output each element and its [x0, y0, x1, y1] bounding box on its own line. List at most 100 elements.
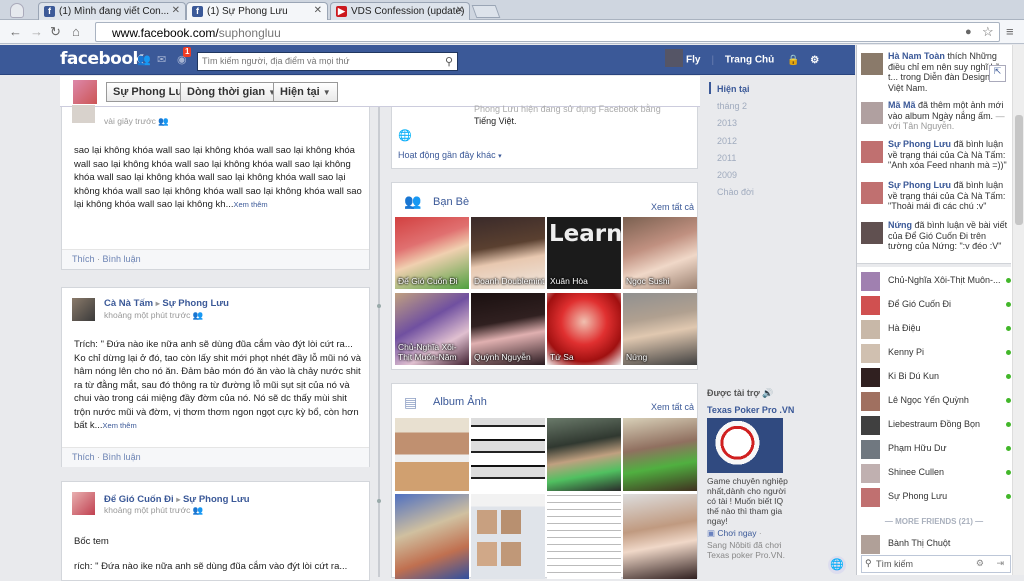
avatar[interactable]	[665, 49, 683, 67]
home-icon[interactable]: ⌂	[72, 24, 80, 40]
address-bar[interactable]: www.facebook.com/suphongluu	[95, 22, 1000, 42]
ticker-item[interactable]: Nứng đã bình luận về bài viết của Để Gió…	[861, 220, 1009, 260]
browser-tab[interactable]: f (1) Mình đang viết Con... ✕	[38, 2, 186, 20]
profile-link[interactable]: Fly	[686, 55, 700, 66]
album-photo[interactable]	[395, 494, 469, 579]
back-icon[interactable]: ←	[9, 24, 22, 40]
ad-image[interactable]	[707, 418, 783, 473]
friend-tile[interactable]: Ngọc Sushi	[623, 217, 697, 289]
post-target[interactable]: Sự Phong Lưu	[183, 494, 250, 505]
avatar[interactable]	[72, 298, 95, 321]
album-photo[interactable]	[547, 418, 621, 491]
like-link[interactable]: Thích	[72, 452, 95, 462]
chat-contact[interactable]: Bành Thị Chuột	[861, 534, 1011, 554]
album-title[interactable]: Album Ảnh	[433, 396, 487, 408]
friend-tile[interactable]: Doanh Doublemint	[471, 217, 545, 289]
see-all-albums-link[interactable]: Xem tất cả	[651, 402, 694, 412]
year-link[interactable]: 2011	[717, 153, 736, 163]
now-dropdown[interactable]: Hiện tại ▼	[273, 82, 338, 102]
close-icon[interactable]: ✕	[314, 5, 322, 16]
popout-icon[interactable]: ⇱	[989, 65, 1006, 82]
chat-contact[interactable]: Sự Phong Lưu	[861, 487, 1011, 507]
chat-contact[interactable]: Kenny Pi	[861, 343, 1011, 363]
friend-tile[interactable]: Chủ-Nghĩa Xôi-Thịt Muốn-Năm	[395, 293, 469, 365]
ticker-item[interactable]: Mã Mã đã thêm một ảnh mới vào album Ngày…	[861, 100, 1009, 144]
ad-title[interactable]: Texas Poker Pro .VN	[707, 405, 807, 416]
chat-contact[interactable]: Phạm Hữu Dư	[861, 439, 1011, 459]
ticker-item[interactable]: Sự Phong Lưu đã bình luận về trạng thái …	[861, 180, 1009, 220]
scrollbar[interactable]	[1012, 45, 1024, 575]
chat-contact[interactable]: Liebestraum Đồng Bọn	[861, 415, 1011, 435]
album-photo[interactable]	[623, 418, 697, 491]
menu-icon[interactable]: ≡	[1006, 24, 1014, 40]
post-time[interactable]: khoảng một phút trước 👥	[104, 310, 203, 321]
facebook-logo[interactable]: facebook	[60, 49, 144, 69]
timeline-dropdown[interactable]: Dòng thời gian▼	[180, 82, 284, 102]
gear-icon[interactable]: ⚙	[976, 558, 984, 569]
see-all-friends-link[interactable]: Xem tất cả	[651, 202, 694, 212]
year-link[interactable]: tháng 2	[717, 101, 747, 111]
face-thumb	[477, 510, 497, 534]
friend-tile[interactable]: Nứng	[623, 293, 697, 365]
ticker-item[interactable]: Sự Phong Lưu đã bình luận về trạng thái …	[861, 139, 1009, 179]
year-link[interactable]: 2009	[717, 170, 737, 180]
post-time[interactable]: khoảng một phút trước 👥	[104, 505, 203, 516]
album-photo[interactable]	[623, 494, 697, 579]
browser-tab[interactable]: f (1) Sự Phong Lưu ✕	[186, 2, 328, 20]
year-link[interactable]: Chào đời	[717, 187, 754, 197]
album-photo[interactable]	[471, 418, 545, 491]
album-photo[interactable]	[471, 494, 545, 579]
globe-icon[interactable]: 🌐	[828, 556, 846, 574]
star-icon[interactable]: ☆	[982, 24, 994, 40]
chat-contact[interactable]: Ki Bi Dú Kun	[861, 367, 1011, 387]
album-photo[interactable]	[395, 418, 469, 491]
post-author[interactable]: Cà Nà Tấm	[104, 298, 153, 309]
privacy-icon[interactable]: 🔒	[787, 55, 799, 66]
friend-tile[interactable]: Tứ Sa	[547, 293, 621, 365]
search-input[interactable]: Tìm kiếm người, địa điểm và mọi thứ ⚲	[197, 52, 458, 71]
chat-search-input[interactable]: ⚲ Tìm kiếm ⚙ ⇥	[861, 555, 1011, 573]
messages-icon[interactable]: ✉	[157, 53, 171, 66]
post-time[interactable]: vài giây trước 👥	[104, 116, 169, 127]
profile-icon[interactable]	[10, 3, 24, 18]
see-more-link[interactable]: Xem thêm	[234, 200, 268, 209]
avatar[interactable]	[72, 105, 95, 123]
ticker-item[interactable]: Hà Nam Toàn thích Những điều chỉ em nên …	[861, 51, 1009, 95]
friend-tile[interactable]: Để Gió Cuốn Đi	[395, 217, 469, 289]
comment-link[interactable]: Bình luận	[103, 254, 141, 264]
forward-icon[interactable]: →	[30, 24, 43, 40]
avatar[interactable]	[72, 492, 95, 515]
info-icon[interactable]: ●	[965, 24, 972, 40]
chat-contact[interactable]: Để Gió Cuốn Đi	[861, 295, 1011, 315]
comment-link[interactable]: Bình luận	[103, 452, 141, 462]
close-icon[interactable]: ✕	[456, 5, 464, 16]
chat-contact[interactable]: Shinee Cullen	[861, 463, 1011, 483]
friends-title[interactable]: Bạn Bè	[433, 196, 469, 208]
reload-icon[interactable]: ↻	[50, 24, 61, 40]
friend-tile[interactable]: Quỳnh Nguyễn	[471, 293, 545, 365]
recent-activity-link[interactable]: Hoạt động gần đây khác ▾	[398, 150, 502, 160]
post-target[interactable]: Sự Phong Lưu	[162, 298, 229, 309]
year-link[interactable]: Hiện tại	[717, 84, 750, 94]
scrollbar-thumb[interactable]	[1015, 115, 1023, 225]
ad-cta[interactable]: ▣ Chơi ngay ·	[707, 528, 807, 539]
year-link[interactable]: 2013	[717, 118, 737, 128]
year-link[interactable]: 2012	[717, 136, 737, 146]
friend-requests-icon[interactable]: 👥	[137, 53, 151, 66]
post-author[interactable]: Để Gió Cuốn Đi	[104, 494, 174, 505]
chat-contact[interactable]: Chủ-Nghĩa Xôi-Thịt Muôn-...	[861, 271, 1011, 291]
new-tab-button[interactable]	[471, 5, 501, 18]
gear-icon[interactable]: ⚙	[810, 55, 819, 66]
like-link[interactable]: Thích	[72, 254, 95, 264]
close-icon[interactable]: ✕	[172, 5, 180, 16]
friend-tile[interactable]: Learn Xuân Hòa	[547, 217, 621, 289]
avatar[interactable]	[73, 80, 97, 104]
hide-sidebar-icon[interactable]: ⇥	[996, 558, 1004, 569]
home-link[interactable]: Trang Chủ	[725, 55, 774, 66]
chat-contact[interactable]: Lê Ngọc Yến Quỳnh	[861, 391, 1011, 411]
chat-contact[interactable]: Hà Điệu	[861, 319, 1011, 339]
album-photo[interactable]	[547, 494, 621, 579]
see-more-link[interactable]: Xem thêm	[103, 421, 137, 430]
browser-tab[interactable]: ▶ VDS Confession (update) ✕	[330, 2, 470, 20]
search-icon[interactable]: ⚲	[445, 55, 453, 68]
